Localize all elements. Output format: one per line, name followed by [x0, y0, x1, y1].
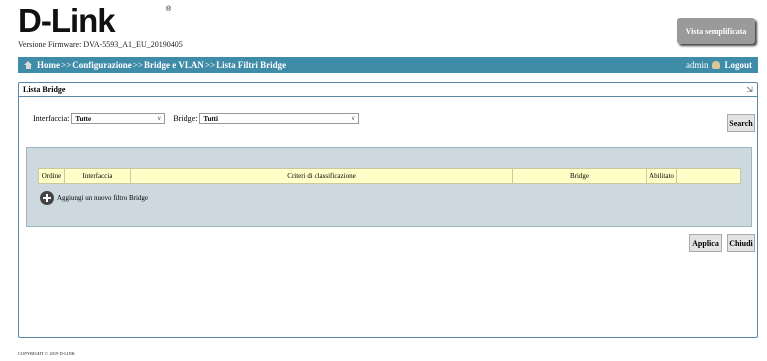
- interface-value: Tutte: [75, 114, 92, 123]
- bridge-value: Tutti: [203, 114, 218, 123]
- search-button[interactable]: Search: [727, 114, 755, 132]
- add-icon[interactable]: [40, 191, 54, 205]
- column-header: Ordine: [38, 168, 65, 184]
- breadcrumb-bar: Home >> Configurazione >> Bridge e VLAN …: [18, 57, 758, 73]
- add-filter-row[interactable]: Aggiungi un nuovo filtro Bridge: [40, 191, 148, 205]
- simple-view-button[interactable]: Vista semplificata: [677, 18, 755, 44]
- add-filter-label[interactable]: Aggiungi un nuovo filtro Bridge: [57, 194, 148, 202]
- bridge-select[interactable]: Tutti ∨: [199, 113, 360, 124]
- chevron-down-icon: ∨: [157, 116, 162, 122]
- breadcrumb-separator: >>: [132, 60, 144, 70]
- user-icon: [712, 61, 721, 69]
- registered-mark: ®: [166, 6, 172, 13]
- breadcrumb-home[interactable]: Home: [37, 60, 60, 70]
- dlink-logo: D-Link: [18, 2, 116, 39]
- bridge-label: Bridge:: [173, 114, 198, 123]
- username: admin: [685, 60, 709, 70]
- panel-title: Lista Bridge: [19, 83, 757, 97]
- breadcrumb-bridge-vlan[interactable]: Bridge e VLAN: [144, 60, 204, 70]
- column-header: Bridge: [512, 168, 647, 184]
- bridge-filter-table: Ordine Interfaccia Criteri di classifica…: [38, 168, 741, 184]
- bridge-list-panel: Lista Bridge ⇲ Interfaccia: Tutte ∨ Brid…: [18, 82, 758, 338]
- table-header-row: Ordine Interfaccia Criteri di classifica…: [38, 168, 741, 184]
- interface-select[interactable]: Tutte ∨: [71, 113, 166, 124]
- breadcrumb-separator: >>: [204, 60, 216, 70]
- column-header: [676, 168, 741, 184]
- apply-button[interactable]: Applica: [689, 234, 722, 252]
- breadcrumb-separator: >>: [61, 60, 72, 70]
- home-icon[interactable]: [24, 61, 33, 69]
- chevron-down-icon: ∨: [351, 116, 356, 122]
- column-header: Criteri di classificazione: [130, 168, 513, 184]
- close-button[interactable]: Chiudi: [727, 234, 755, 252]
- filter-table-container: Ordine Interfaccia Criteri di classifica…: [26, 147, 752, 227]
- breadcrumb-configuration[interactable]: Configurazione: [72, 60, 132, 70]
- filter-row: Interfaccia: Tutte ∨ Bridge: Tutti ∨: [33, 113, 360, 124]
- copyright-text: COPYRIGHT © 2019 D-LINK: [18, 351, 75, 356]
- interface-label: Interfaccia:: [33, 114, 70, 123]
- collapse-icon[interactable]: ⇲: [746, 85, 753, 94]
- breadcrumb-current: Lista Filtri Bridge: [216, 60, 287, 70]
- firmware-version: Versione Firmware: DVA-5593_A1_EU_201904…: [18, 40, 183, 49]
- column-header: Interfaccia: [64, 168, 131, 184]
- column-header: Abilitato: [646, 168, 677, 184]
- logout-link[interactable]: Logout: [724, 60, 752, 70]
